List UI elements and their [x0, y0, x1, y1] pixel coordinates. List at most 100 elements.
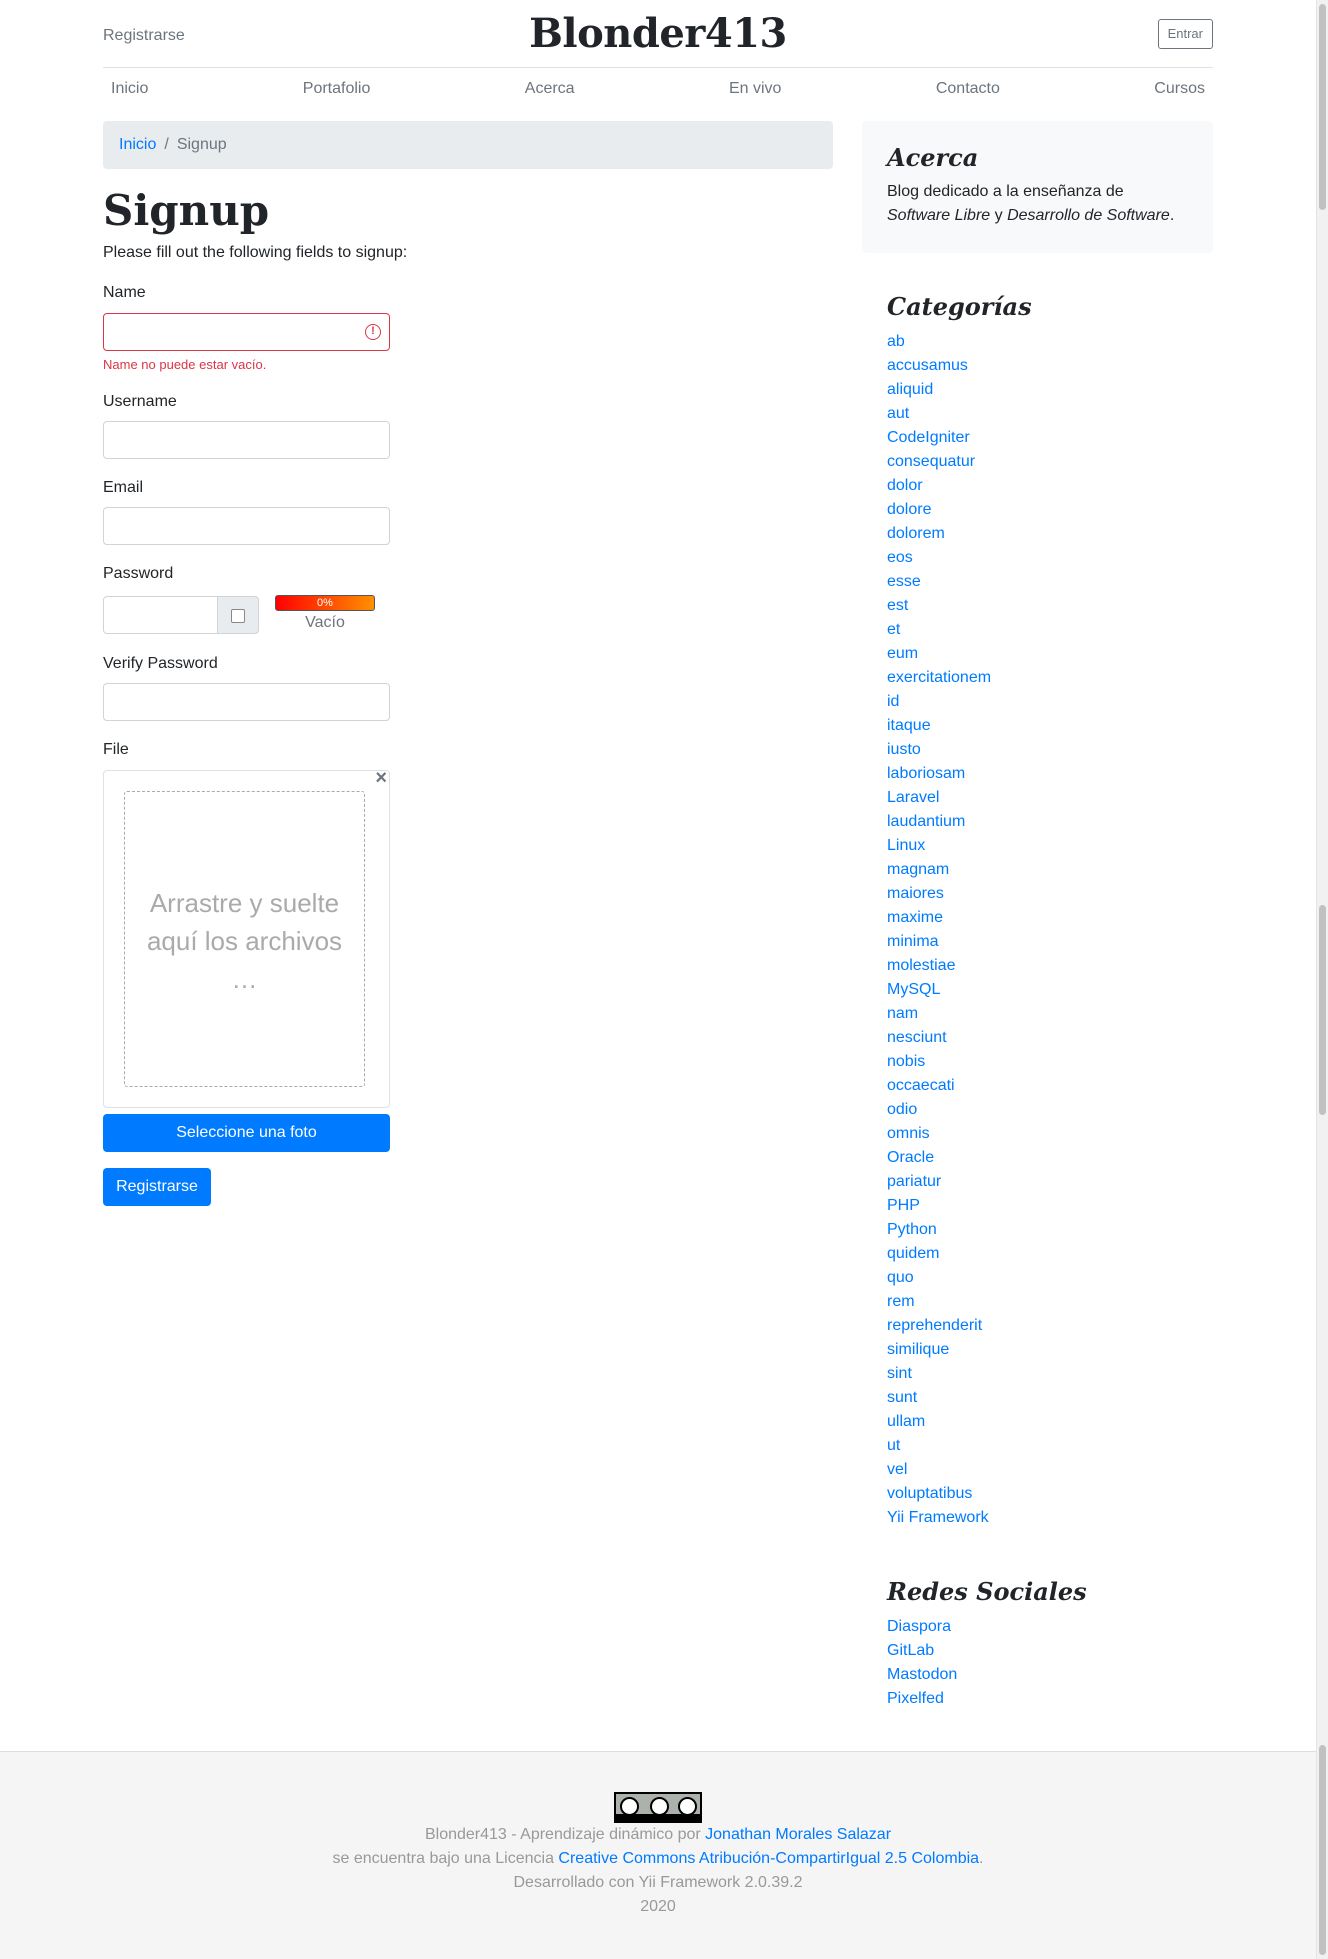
category-item: id [887, 692, 991, 716]
category-link[interactable]: Laravel [887, 789, 939, 806]
username-input[interactable] [103, 421, 390, 459]
nav-item-inicio[interactable]: Inicio [103, 80, 156, 104]
show-password-checkbox[interactable] [231, 609, 245, 623]
category-link[interactable]: omnis [887, 1125, 930, 1142]
password-input[interactable] [103, 596, 218, 634]
category-item: Linux [887, 836, 991, 860]
category-item: ullam [887, 1412, 991, 1436]
category-link[interactable]: exercitationem [887, 669, 991, 686]
social-link[interactable]: Mastodon [887, 1666, 957, 1683]
category-link[interactable]: nesciunt [887, 1029, 947, 1046]
scrollbar-thumb-top[interactable] [1319, 4, 1326, 210]
password-label: Password [103, 565, 174, 582]
category-link[interactable]: quidem [887, 1245, 939, 1262]
about-title: Acerca [887, 143, 979, 172]
category-link[interactable]: iusto [887, 741, 921, 758]
category-link[interactable]: esse [887, 573, 921, 590]
category-link[interactable]: itaque [887, 717, 931, 734]
file-drop-zone[interactable]: Arrastre y suelte aquí los archivos … [124, 791, 365, 1087]
category-link[interactable]: nam [887, 1005, 918, 1022]
category-link[interactable]: vel [887, 1461, 907, 1478]
nav-item-contacto[interactable]: Contacto [928, 80, 1008, 104]
file-label: File [103, 741, 129, 758]
social-link[interactable]: GitLab [887, 1642, 934, 1659]
category-link[interactable]: eum [887, 645, 918, 662]
category-link[interactable]: odio [887, 1101, 917, 1118]
category-item: Oracle [887, 1148, 991, 1172]
category-link[interactable]: similique [887, 1341, 949, 1358]
category-item: sint [887, 1364, 991, 1388]
category-link[interactable]: et [887, 621, 900, 638]
cc-license-badge[interactable] [614, 1792, 702, 1823]
category-link[interactable]: reprehenderit [887, 1317, 982, 1334]
category-link[interactable]: sunt [887, 1389, 917, 1406]
close-icon[interactable]: × [375, 767, 387, 790]
login-button[interactable]: Entrar [1157, 19, 1213, 49]
category-link[interactable]: aliquid [887, 381, 933, 398]
scrollbar-thumb-bottom[interactable] [1319, 1745, 1326, 1955]
category-link[interactable]: occaecati [887, 1077, 955, 1094]
category-link[interactable]: eos [887, 549, 913, 566]
nav-item-cursos[interactable]: Cursos [1146, 80, 1213, 104]
category-link[interactable]: laboriosam [887, 765, 965, 782]
category-item: quo [887, 1268, 991, 1292]
category-link[interactable]: maxime [887, 909, 943, 926]
author-link[interactable]: Jonathan Morales Salazar [705, 1826, 891, 1843]
category-link[interactable]: ullam [887, 1413, 925, 1430]
footer-line-3: Desarrollado con Yii Framework 2.0.39.2 [513, 1874, 803, 1891]
license-link[interactable]: Creative Commons Atribución-CompartirIgu… [558, 1850, 979, 1867]
about-em-2: Desarrollo de Software [1007, 207, 1170, 224]
category-link[interactable]: Oracle [887, 1149, 934, 1166]
breadcrumb-home-link[interactable]: Inicio [119, 136, 156, 153]
category-link[interactable]: dolore [887, 501, 931, 518]
category-link[interactable]: maiores [887, 885, 944, 902]
category-link[interactable]: Yii Framework [887, 1509, 989, 1526]
select-photo-button[interactable]: Seleccione una foto [103, 1114, 390, 1152]
category-item: molestiae [887, 956, 991, 980]
page-scrollbar[interactable] [1316, 0, 1328, 1959]
category-link[interactable]: Linux [887, 837, 925, 854]
category-link[interactable]: voluptatibus [887, 1485, 972, 1502]
social-item: Pixelfed [887, 1689, 957, 1713]
scrollbar-thumb-middle[interactable] [1319, 905, 1326, 1115]
nav-item-acerca[interactable]: Acerca [517, 80, 583, 104]
category-item: Laravel [887, 788, 991, 812]
social-link[interactable]: Diaspora [887, 1618, 951, 1635]
category-item: dolorem [887, 524, 991, 548]
category-link[interactable]: quo [887, 1269, 914, 1286]
submit-register-button[interactable]: Registrarse [103, 1168, 211, 1206]
category-item: omnis [887, 1124, 991, 1148]
category-link[interactable]: accusamus [887, 357, 968, 374]
verify-password-input[interactable] [103, 683, 390, 721]
name-label: Name [103, 284, 146, 301]
nav-item-portafolio[interactable]: Portafolio [295, 80, 379, 104]
category-link[interactable]: aut [887, 405, 909, 422]
category-link[interactable]: dolor [887, 477, 923, 494]
category-item: itaque [887, 716, 991, 740]
category-link[interactable]: MySQL [887, 981, 940, 998]
category-link[interactable]: ab [887, 333, 905, 350]
category-link[interactable]: sint [887, 1365, 912, 1382]
category-link[interactable]: minima [887, 933, 939, 950]
social-link[interactable]: Pixelfed [887, 1690, 944, 1707]
site-brand[interactable]: Blonder413 [103, 10, 1213, 57]
category-link[interactable]: molestiae [887, 957, 955, 974]
about-end: . [1169, 207, 1175, 224]
category-link[interactable]: dolorem [887, 525, 945, 542]
category-link[interactable]: nobis [887, 1053, 925, 1070]
category-link[interactable]: id [887, 693, 899, 710]
category-link[interactable]: rem [887, 1293, 915, 1310]
category-link[interactable]: PHP [887, 1197, 920, 1214]
category-link[interactable]: magnam [887, 861, 949, 878]
category-link[interactable]: consequatur [887, 453, 975, 470]
nav-item-en-vivo[interactable]: En vivo [721, 80, 789, 104]
category-link[interactable]: laudantium [887, 813, 965, 830]
email-input[interactable] [103, 507, 390, 545]
category-link[interactable]: pariatur [887, 1173, 941, 1190]
category-link[interactable]: CodeIgniter [887, 429, 970, 446]
category-link[interactable]: est [887, 597, 908, 614]
category-link[interactable]: ut [887, 1437, 900, 1454]
category-link[interactable]: Python [887, 1221, 937, 1238]
category-item: occaecati [887, 1076, 991, 1100]
name-input[interactable]: ! [103, 313, 390, 351]
